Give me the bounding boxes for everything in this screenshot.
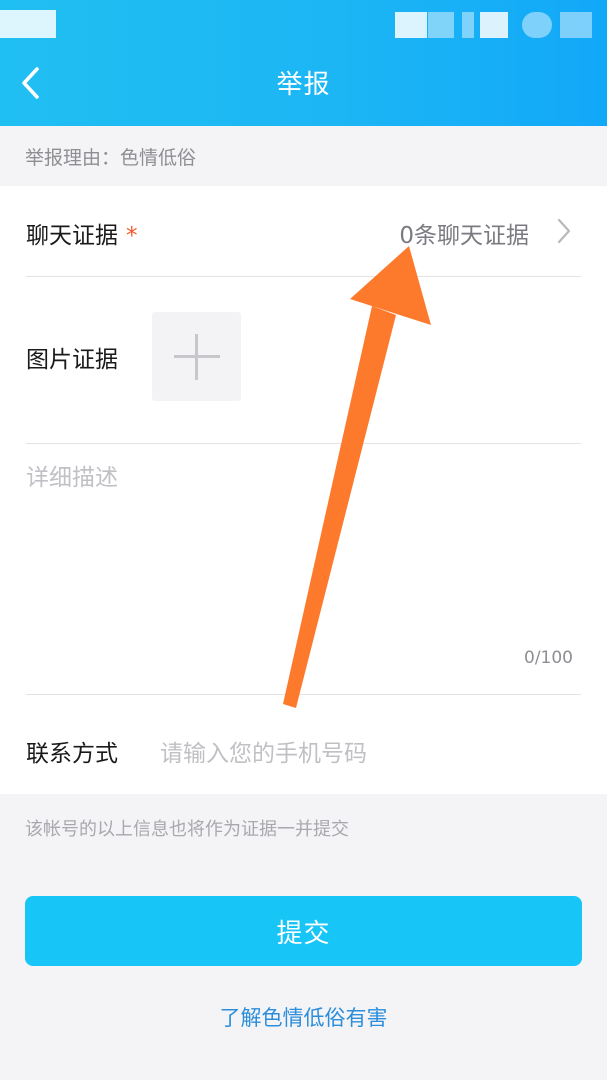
report-form: 聊天证据 * 0条聊天证据 图片证据 详细描述 0/100 联系方式 请输入您的手… [0, 186, 607, 794]
character-counter: 0/100 [524, 648, 573, 668]
status-bar-blur [560, 12, 592, 38]
chevron-right-icon[interactable] [557, 218, 571, 244]
chat-evidence-row[interactable]: 聊天证据 * [26, 216, 138, 250]
description-textarea[interactable]: 详细描述 [26, 444, 581, 684]
plus-icon [195, 334, 198, 380]
evidence-notice: 该帐号的以上信息也将作为证据一并提交 [25, 819, 349, 840]
page-title: 举报 [276, 70, 331, 100]
phone-number-input[interactable]: 请输入您的手机号码 [160, 734, 580, 767]
chat-evidence-label: 聊天证据 [26, 223, 118, 249]
chat-evidence-count[interactable]: 0条聊天证据 [399, 216, 529, 250]
add-image-button[interactable] [152, 312, 241, 401]
contact-label: 联系方式 [26, 741, 118, 767]
divider [26, 694, 581, 695]
report-reason: 举报理由：色情低俗 [0, 126, 607, 186]
submit-button[interactable]: 提交 [25, 896, 582, 966]
status-bar-blur [480, 12, 508, 38]
status-bar-blur [522, 12, 552, 38]
image-evidence-label: 图片证据 [26, 347, 118, 373]
learn-more-link[interactable]: 了解色情低俗有害 [0, 1002, 607, 1032]
status-bar-blur [395, 12, 427, 38]
status-bar-blur [428, 12, 454, 38]
description-placeholder: 详细描述 [26, 465, 118, 491]
status-bar-blur [0, 10, 56, 38]
required-mark: * [126, 223, 138, 249]
status-bar-blur [462, 12, 474, 38]
divider [26, 276, 581, 277]
header-bar: 举报 [0, 0, 607, 126]
